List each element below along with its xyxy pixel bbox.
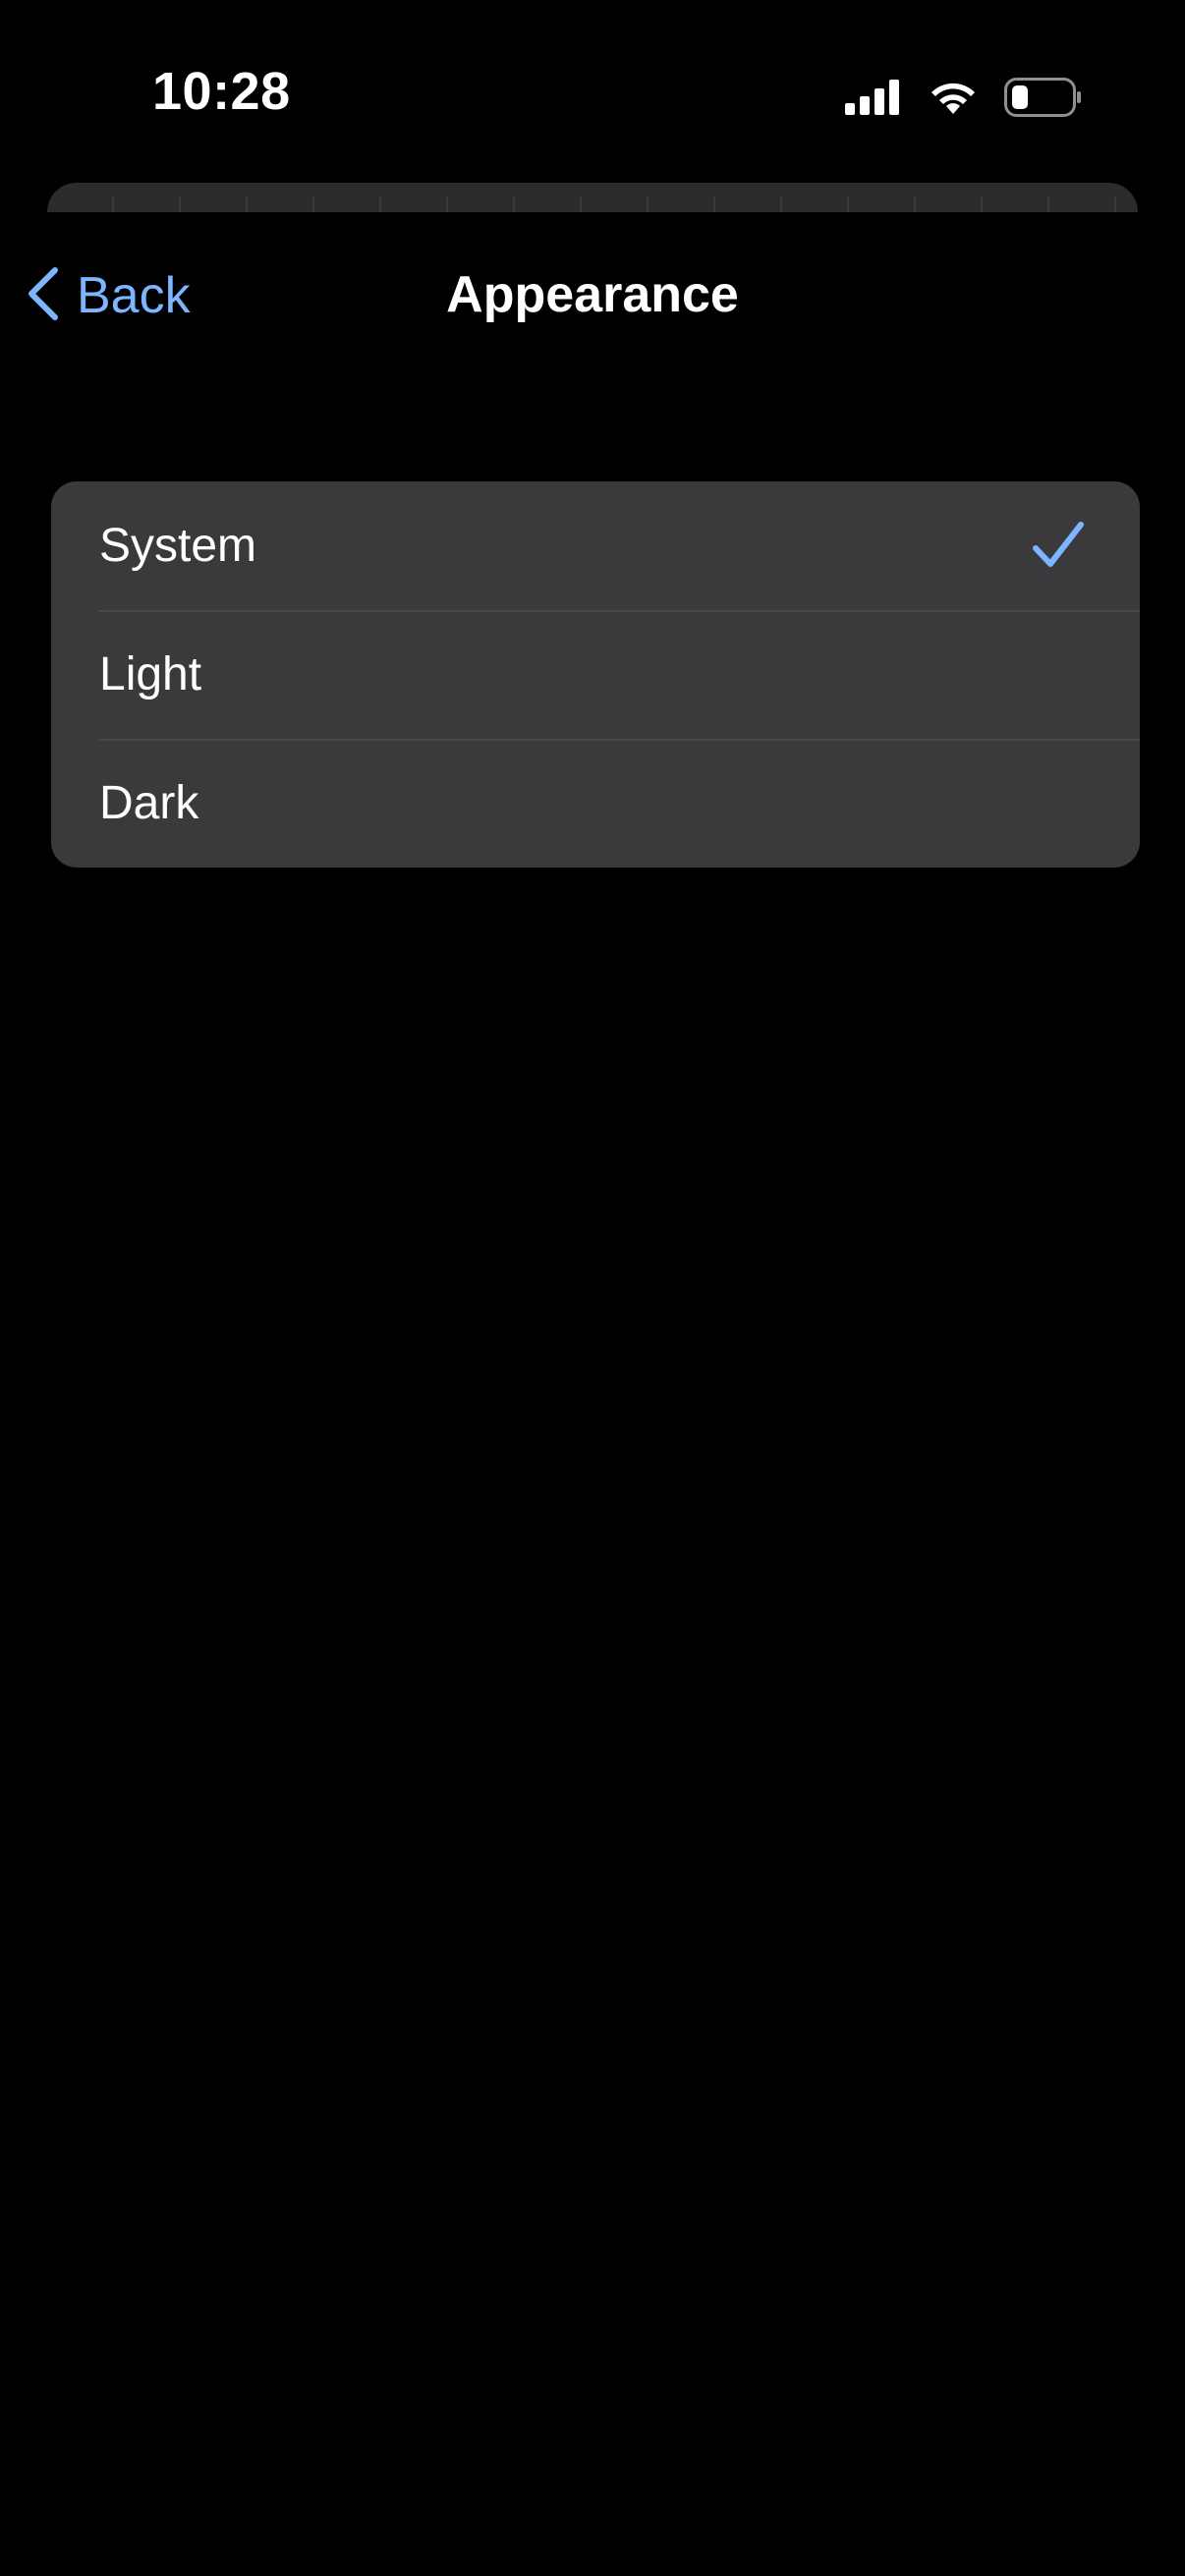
status-icons	[845, 69, 1083, 126]
option-light[interactable]: Light	[51, 610, 1140, 739]
option-system[interactable]: System	[51, 481, 1140, 610]
option-dark[interactable]: Dark	[51, 739, 1140, 868]
battery-icon	[1004, 78, 1083, 117]
option-label: System	[99, 520, 257, 572]
cellular-signal-icon	[845, 80, 902, 115]
page-title: Appearance	[446, 266, 739, 323]
checkmark-icon	[1032, 521, 1085, 575]
option-label: Dark	[99, 777, 199, 829]
status-time: 10:28	[152, 62, 291, 121]
option-label: Light	[99, 648, 202, 700]
wifi-icon	[928, 79, 979, 116]
appearance-options-list: System Light Dark	[51, 481, 1140, 868]
